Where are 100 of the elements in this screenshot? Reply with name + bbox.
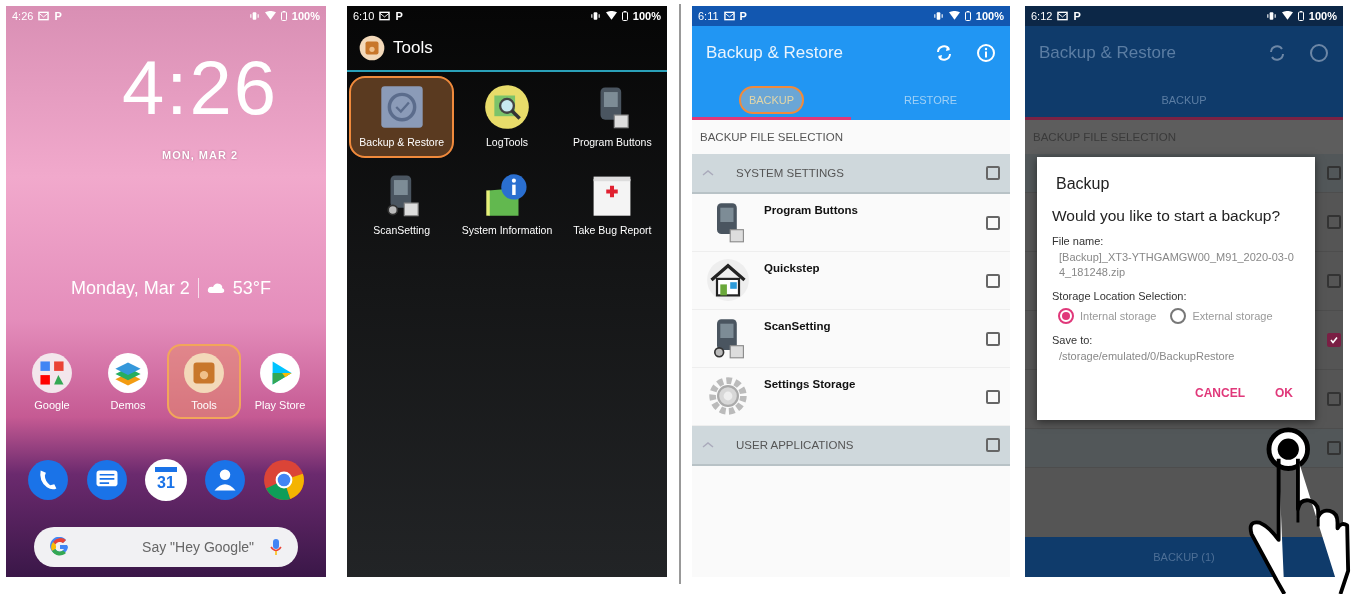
battery-icon bbox=[621, 11, 628, 21]
mail-icon bbox=[1057, 11, 1069, 21]
checkbox[interactable] bbox=[986, 216, 1000, 230]
group-label: USER APPLICATIONS bbox=[736, 439, 855, 451]
app-shortcut[interactable]: Google bbox=[15, 344, 89, 419]
notification-glyph: P bbox=[739, 10, 747, 22]
g-logo-icon bbox=[50, 537, 70, 557]
app-shortcut[interactable]: Demos bbox=[91, 344, 165, 419]
radio-button[interactable] bbox=[1058, 308, 1074, 324]
app-shortcut[interactable]: Backup & Restore bbox=[349, 76, 455, 158]
field-label: Save to: bbox=[1052, 334, 1094, 346]
chevron-icon bbox=[702, 169, 714, 177]
refresh-icon bbox=[1267, 43, 1287, 63]
group-header[interactable]: SYSTEM SETTINGS bbox=[692, 154, 1010, 194]
group-header[interactable]: USER APPLICATIONS bbox=[692, 426, 1010, 466]
checkbox[interactable] bbox=[986, 390, 1000, 404]
checkbox[interactable] bbox=[986, 274, 1000, 288]
wifi-icon bbox=[264, 11, 276, 21]
browser-icon bbox=[263, 459, 306, 501]
item-label: Quickstep bbox=[764, 261, 821, 274]
group-label: SYSTEM SETTINGS bbox=[736, 167, 845, 179]
mail-icon bbox=[723, 11, 735, 21]
status-time: 6:12 bbox=[1031, 10, 1053, 22]
item-label: Settings Storage bbox=[764, 377, 857, 390]
wifi-icon bbox=[605, 11, 617, 21]
wifi-icon bbox=[948, 11, 960, 21]
app-shortcut[interactable]: Tools bbox=[167, 344, 241, 419]
radio-label: External storage bbox=[1192, 310, 1273, 322]
checkbox[interactable] bbox=[986, 166, 1000, 180]
notification-glyph: P bbox=[395, 10, 403, 22]
app-shortcut[interactable]: Program Buttons bbox=[559, 76, 665, 158]
dialog-button[interactable]: OK bbox=[1269, 382, 1299, 404]
radio-option[interactable]: External storage bbox=[1170, 308, 1273, 324]
status-time: 6:10 bbox=[353, 10, 375, 22]
field-label: Storage Location Selection: bbox=[1052, 290, 1188, 302]
wifi-icon bbox=[1281, 11, 1293, 21]
checkbox[interactable] bbox=[1327, 274, 1341, 288]
battery-percent: 100% bbox=[291, 10, 320, 22]
status-time: 4:26 bbox=[12, 10, 34, 22]
vibrate-icon bbox=[248, 11, 260, 21]
checkbox[interactable] bbox=[1327, 215, 1341, 229]
item-label: ScanSetting bbox=[764, 319, 832, 332]
gear-icon bbox=[706, 374, 750, 418]
save-path: /storage/emulated/0/BackupRestore bbox=[1059, 349, 1236, 364]
vibrate-icon bbox=[932, 11, 944, 21]
app-shortcut[interactable]: Play Store bbox=[243, 344, 317, 419]
checkbox[interactable] bbox=[1327, 441, 1341, 455]
clock-time: 4:26 bbox=[121, 48, 279, 128]
refresh-icon[interactable] bbox=[934, 43, 954, 63]
tab-label: BACKUP bbox=[1160, 93, 1208, 108]
glance-date: Monday, Mar 2 bbox=[71, 277, 190, 300]
search-bar[interactable]: Say "Hey Google" bbox=[34, 527, 298, 567]
notification-glyph: P bbox=[1073, 10, 1081, 22]
house-icon bbox=[706, 258, 750, 302]
screen-title: Backup & Restore bbox=[1039, 43, 1177, 63]
checkbox[interactable] bbox=[986, 438, 1000, 452]
checkbox[interactable] bbox=[1327, 166, 1341, 180]
search-field[interactable]: Say "Hey Google" bbox=[78, 538, 262, 556]
chevron-icon bbox=[702, 441, 714, 449]
field-label: File name: bbox=[1052, 235, 1105, 247]
battery-icon bbox=[964, 11, 971, 21]
checkbox[interactable] bbox=[986, 332, 1000, 346]
radio-button[interactable] bbox=[1170, 308, 1187, 324]
clock-date: MON, MAR 2 bbox=[161, 148, 239, 162]
notification-glyph: P bbox=[54, 10, 62, 22]
app-folder-icon bbox=[31, 352, 73, 394]
person-icon bbox=[204, 459, 247, 501]
cloud-icon bbox=[206, 282, 225, 294]
checkbox[interactable] bbox=[1327, 333, 1341, 347]
battery-percent: 100% bbox=[975, 10, 1004, 22]
radio-label: Internal storage bbox=[1080, 310, 1157, 322]
app-shortcut[interactable]: Take Bug Report bbox=[559, 164, 665, 246]
battery-icon bbox=[1297, 11, 1304, 21]
item-label: Program Buttons bbox=[764, 203, 859, 216]
microphone-icon[interactable] bbox=[270, 538, 282, 556]
dialog-button[interactable]: CANCEL bbox=[1189, 382, 1251, 404]
app-shortcut[interactable]: ScanSetting bbox=[349, 164, 455, 246]
status-time: 6:11 bbox=[698, 10, 719, 22]
radio-option[interactable]: Internal storage bbox=[1058, 308, 1157, 324]
magnifier-document-icon bbox=[484, 84, 530, 130]
info-icon[interactable] bbox=[976, 43, 996, 63]
backup-button-label: BACKUP (1) bbox=[1153, 551, 1215, 563]
battery-icon bbox=[280, 11, 287, 21]
app-shortcut[interactable]: System Information bbox=[454, 164, 560, 246]
checkbox[interactable] bbox=[1327, 392, 1341, 406]
mail-icon bbox=[379, 11, 391, 21]
info-icon bbox=[1309, 43, 1329, 63]
app-shortcut[interactable]: LogTools bbox=[454, 76, 560, 158]
mail-icon bbox=[38, 11, 50, 21]
vibrate-icon bbox=[589, 11, 601, 21]
checkmark-icon bbox=[1329, 335, 1339, 345]
screen-title: Tools bbox=[393, 38, 433, 58]
battery-percent: 100% bbox=[632, 10, 661, 22]
section-heading: BACKUP FILE SELECTION bbox=[699, 130, 844, 145]
screen-title: Backup & Restore bbox=[706, 43, 844, 63]
dialog-title: Backup bbox=[1056, 175, 1111, 193]
calendar-icon[interactable]: 31 bbox=[144, 459, 187, 501]
battery-percent: 100% bbox=[1308, 10, 1337, 22]
toolbox-icon bbox=[359, 35, 385, 61]
message-bubble-icon bbox=[85, 459, 128, 501]
